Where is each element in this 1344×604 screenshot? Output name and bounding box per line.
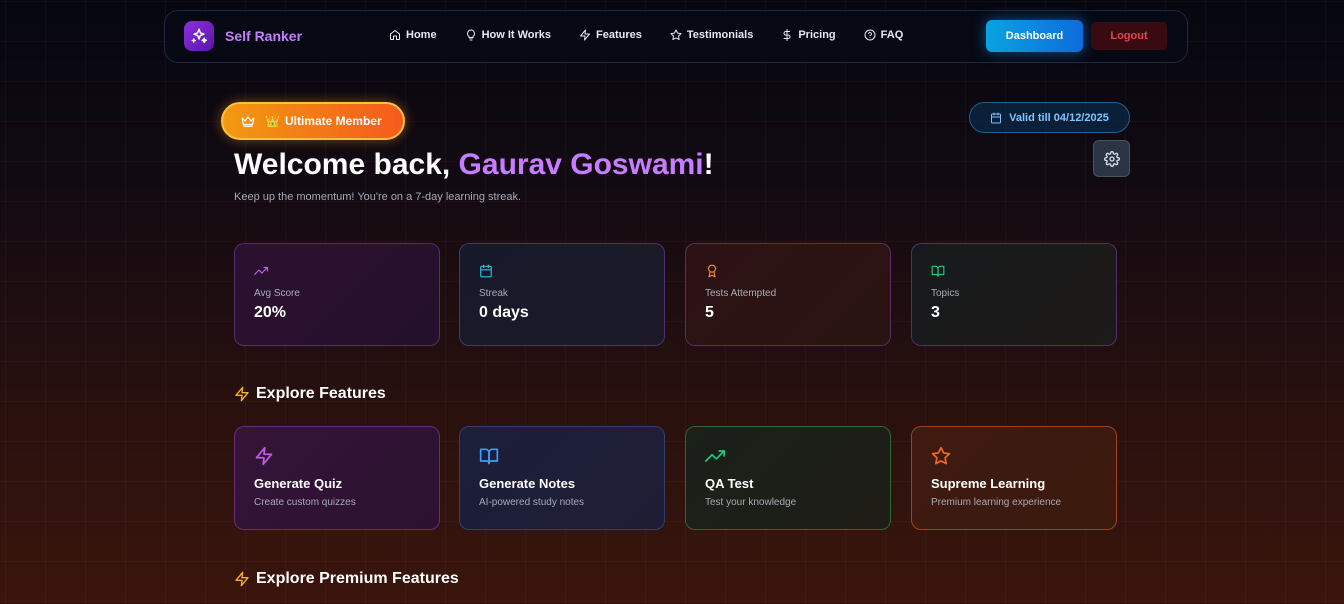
nav-links: Home How It Works Features Testimonials … <box>389 29 931 41</box>
zap-icon <box>234 386 250 402</box>
star-icon <box>670 29 682 41</box>
stat-card-topics: Topics 3 <box>911 243 1117 346</box>
stat-label: Avg Score <box>254 288 300 299</box>
star-icon <box>931 446 951 466</box>
calendar-icon <box>479 264 493 278</box>
nav-testimonials-label: Testimonials <box>686 29 754 41</box>
member-label: Ultimate Member <box>284 114 382 128</box>
book-open-icon <box>931 264 945 278</box>
nav-faq[interactable]: FAQ <box>864 29 904 41</box>
trending-up-icon <box>254 264 268 278</box>
welcome-suffix: ! <box>703 148 714 181</box>
home-icon <box>389 29 401 41</box>
explore-features-label: Explore Features <box>256 385 386 402</box>
stat-label: Topics <box>931 288 960 299</box>
feature-desc: Premium learning experience <box>931 497 1062 508</box>
nav-testimonials[interactable]: Testimonials <box>670 29 753 41</box>
help-circle-icon <box>864 29 876 41</box>
feature-title: Supreme Learning <box>931 476 1046 491</box>
feature-title: QA Test <box>705 476 754 491</box>
gear-icon <box>1103 150 1120 167</box>
nav-pricing[interactable]: Pricing <box>781 29 836 41</box>
zap-icon <box>234 571 250 587</box>
streak-message: Keep up the momentum! You're on a 7-day … <box>234 191 522 203</box>
stat-value: 20% <box>254 304 287 321</box>
dashboard-button[interactable]: Dashboard <box>986 20 1083 52</box>
feature-desc: Test your knowledge <box>705 497 797 508</box>
explore-features-heading: Explore Features <box>234 385 386 403</box>
stat-card-tests-attempted: Tests Attempted 5 <box>685 243 891 346</box>
stat-card-streak: Streak 0 days <box>459 243 665 346</box>
nav-how-it-works-label: How It Works <box>481 29 552 41</box>
lightbulb-icon <box>465 29 477 41</box>
calendar-icon <box>990 112 1002 124</box>
feature-card-generate-notes[interactable]: Generate Notes AI-powered study notes <box>459 426 665 530</box>
stat-label: Streak <box>479 288 508 299</box>
nav-faq-label: FAQ <box>880 29 904 41</box>
feature-card-qa-test[interactable]: QA Test Test your knowledge <box>685 426 891 530</box>
nav-home[interactable]: Home <box>389 29 437 41</box>
feature-card-generate-quiz[interactable]: Generate Quiz Create custom quizzes <box>234 426 440 530</box>
feature-card-supreme-learning[interactable]: Supreme Learning Premium learning experi… <box>911 426 1117 530</box>
trending-up-icon <box>705 446 725 466</box>
stat-value: 3 <box>931 304 940 321</box>
stat-value: 0 days <box>479 304 529 321</box>
welcome-prefix: Welcome back, <box>234 148 459 181</box>
nav-home-label: Home <box>406 29 437 41</box>
zap-icon <box>579 29 591 41</box>
welcome-heading: Welcome back, Gaurav Goswami! <box>234 148 714 182</box>
brand-name[interactable]: Self Ranker <box>225 28 302 44</box>
user-name: Gaurav Goswami <box>458 148 704 181</box>
valid-label: Valid till 04/12/2025 <box>1009 111 1109 124</box>
explore-premium-heading: Explore Premium Features <box>234 570 459 588</box>
stat-card-avg-score: Avg Score 20% <box>234 243 440 346</box>
sparkles-icon <box>190 27 208 45</box>
logo[interactable] <box>184 21 214 51</box>
crown-icon <box>241 114 255 128</box>
zap-icon <box>254 446 274 466</box>
award-icon <box>705 264 719 278</box>
nav-features-label: Features <box>596 29 642 41</box>
top-navbar: Self Ranker Home How It Works Features T… <box>164 10 1188 63</box>
nav-features[interactable]: Features <box>579 29 642 41</box>
feature-title: Generate Notes <box>479 476 576 491</box>
explore-premium-label: Explore Premium Features <box>256 570 459 587</box>
stat-label: Tests Attempted <box>705 288 777 299</box>
nav-pricing-label: Pricing <box>798 29 836 41</box>
logout-button[interactable]: Logout <box>1091 22 1167 50</box>
stat-value: 5 <box>705 304 714 321</box>
ultimate-member-badge: 👑 Ultimate Member <box>221 102 405 140</box>
settings-button[interactable] <box>1093 140 1130 177</box>
dollar-icon <box>781 29 793 41</box>
feature-desc: Create custom quizzes <box>254 497 356 508</box>
feature-title: Generate Quiz <box>254 476 343 491</box>
feature-desc: AI-powered study notes <box>479 497 585 508</box>
validity-badge: Valid till 04/12/2025 <box>969 102 1130 133</box>
member-emoji: 👑 <box>265 114 280 128</box>
book-open-icon <box>479 446 499 466</box>
nav-how-it-works[interactable]: How It Works <box>465 29 551 41</box>
